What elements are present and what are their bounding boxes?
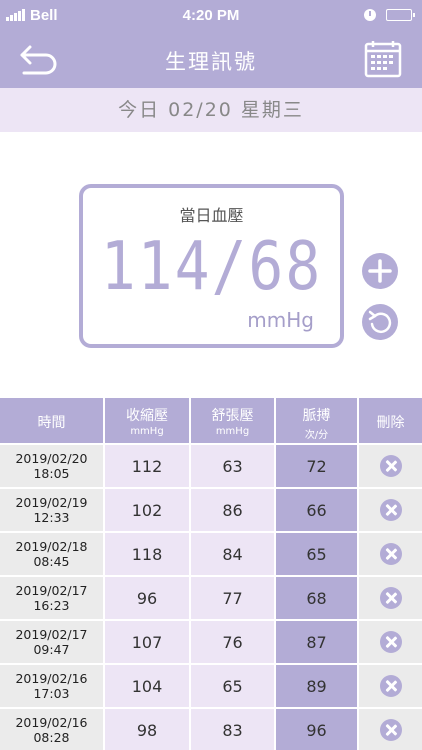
calendar-icon (364, 41, 402, 78)
row-delete-button[interactable] (359, 533, 422, 575)
row-time: 18:05 (33, 466, 70, 481)
row-time: 17:03 (33, 686, 70, 701)
delete-icon (379, 631, 402, 653)
row-datetime: 2019/02/19 12:33 (0, 489, 103, 531)
row-systolic: 118 (105, 533, 189, 575)
plus-icon (368, 259, 392, 283)
add-record-button[interactable] (362, 253, 398, 289)
page-title: 生理訊號 (165, 50, 257, 74)
header-diastolic: 舒張壓 mmHg (191, 398, 274, 443)
row-datetime: 2019/02/20 18:05 (0, 445, 103, 487)
table-row: 2019/02/18 08:45 118 84 65 (0, 533, 422, 575)
delete-icon (379, 455, 402, 477)
row-date: 2019/02/17 (15, 583, 88, 598)
delete-icon (379, 543, 402, 565)
delete-icon (379, 719, 402, 741)
daily-bp-reading: 114/68 (100, 226, 323, 306)
row-time: 08:45 (33, 554, 70, 569)
daily-bp-unit: mmHg (247, 308, 314, 332)
row-time: 08:28 (33, 730, 70, 745)
row-systolic: 98 (105, 709, 189, 750)
row-diastolic: 83 (191, 709, 274, 750)
refresh-button[interactable] (362, 304, 398, 340)
header-pulse: 脈搏 次/分 (276, 398, 357, 443)
row-delete-button[interactable] (359, 665, 422, 707)
table-header: 時間 收縮壓 mmHg 舒張壓 mmHg 脈搏 次/分 刪除 (0, 398, 422, 443)
header-systolic: 收縮壓 mmHg (105, 398, 189, 443)
table-row: 2019/02/17 16:23 96 77 68 (0, 577, 422, 619)
row-delete-button[interactable] (359, 621, 422, 663)
header-time-label: 時間 (37, 415, 66, 431)
header-diastolic-label: 舒張壓 (211, 408, 254, 424)
calendar-button[interactable] (364, 40, 402, 78)
table-row: 2019/02/16 08:28 98 83 96 (0, 709, 422, 750)
row-date: 2019/02/16 (15, 715, 88, 730)
delete-icon (379, 499, 402, 521)
row-date: 2019/02/19 (15, 495, 88, 510)
refresh-icon (368, 310, 392, 333)
row-datetime: 2019/02/16 17:03 (0, 665, 103, 707)
header-time: 時間 (0, 398, 103, 443)
row-time: 16:23 (33, 598, 70, 613)
row-diastolic: 77 (191, 577, 274, 619)
row-systolic: 104 (105, 665, 189, 707)
header-diastolic-unit: mmHg (215, 426, 250, 437)
row-diastolic: 76 (191, 621, 274, 663)
row-datetime: 2019/02/17 16:23 (0, 577, 103, 619)
header-systolic-label: 收縮壓 (126, 408, 168, 424)
row-date: 2019/02/17 (15, 627, 88, 642)
row-date: 2019/02/16 (15, 671, 88, 686)
row-systolic: 96 (105, 577, 189, 619)
row-pulse: 72 (276, 445, 357, 487)
row-diastolic: 65 (191, 665, 274, 707)
battery-icon (386, 9, 415, 21)
header-systolic-unit: mmHg (130, 426, 164, 437)
alarm-icon (364, 9, 376, 21)
row-pulse: 89 (276, 665, 357, 707)
row-systolic: 107 (105, 621, 189, 663)
header-pulse-label: 脈搏 (302, 408, 331, 424)
row-pulse: 87 (276, 621, 357, 663)
table-row: 2019/02/20 18:05 112 63 72 (0, 445, 422, 487)
row-time: 09:47 (33, 642, 70, 657)
table-row: 2019/02/17 09:47 107 76 87 (0, 621, 422, 663)
delete-icon (379, 675, 402, 697)
row-pulse: 68 (276, 577, 357, 619)
row-datetime: 2019/02/18 08:45 (0, 533, 103, 575)
header-delete-label: 刪除 (376, 415, 405, 431)
status-bar: Bell 4:20 PM (0, 0, 422, 30)
row-date: 2019/02/18 (15, 539, 88, 554)
row-pulse: 65 (276, 533, 357, 575)
row-delete-button[interactable] (359, 445, 422, 487)
row-delete-button[interactable] (359, 577, 422, 619)
delete-icon (379, 587, 402, 609)
row-pulse: 66 (276, 489, 357, 531)
row-datetime: 2019/02/16 08:28 (0, 709, 103, 750)
row-diastolic: 86 (191, 489, 274, 531)
row-delete-button[interactable] (359, 489, 422, 531)
header-delete: 刪除 (359, 398, 422, 443)
row-datetime: 2019/02/17 09:47 (0, 621, 103, 663)
date-bar: 今日 02/20 星期三 (0, 88, 422, 132)
row-diastolic: 63 (191, 445, 274, 487)
row-systolic: 112 (105, 445, 189, 487)
status-time: 4:20 PM (182, 7, 240, 24)
header-pulse-unit: 次/分 (304, 430, 329, 441)
row-pulse: 96 (276, 709, 357, 750)
nav-bar: 生理訊號 (0, 30, 422, 88)
daily-bp-panel: 當日血壓 114/68 mmHg (79, 184, 344, 348)
row-diastolic: 84 (191, 533, 274, 575)
row-date: 2019/02/20 (15, 451, 88, 466)
table-row: 2019/02/16 17:03 104 65 89 (0, 665, 422, 707)
row-systolic: 102 (105, 489, 189, 531)
daily-bp-label: 當日血壓 (179, 206, 244, 225)
table-row: 2019/02/19 12:33 102 86 66 (0, 489, 422, 531)
row-time: 12:33 (33, 510, 70, 525)
row-delete-button[interactable] (359, 709, 422, 750)
